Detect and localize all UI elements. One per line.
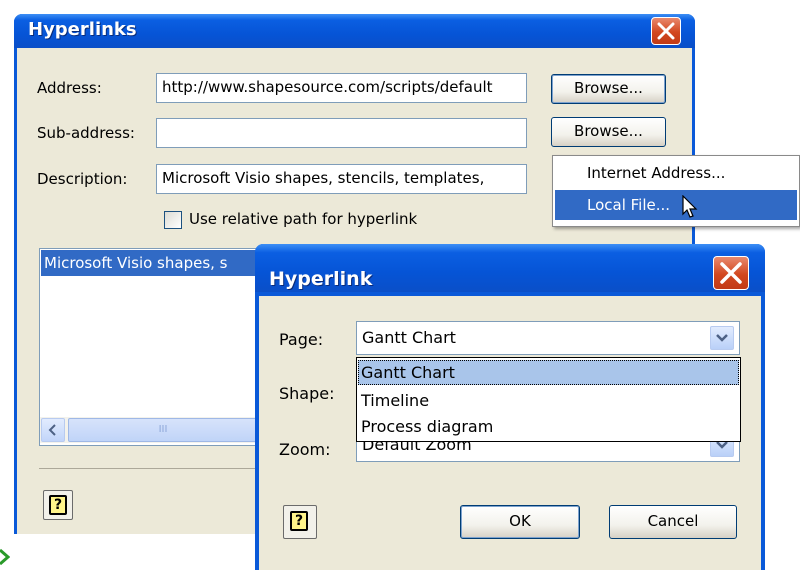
help-icon: ?	[290, 511, 308, 531]
ok-label: OK	[509, 512, 531, 530]
page-option-timeline[interactable]: Timeline	[358, 388, 739, 413]
page-dropdown-list: Gantt Chart Timeline Process diagram	[356, 357, 741, 442]
browse-subaddress-button[interactable]: Browse...	[551, 117, 666, 147]
page-label: Page:	[279, 330, 324, 349]
decorative-mark	[0, 548, 10, 566]
hyperlinks-list-item[interactable]: Microsoft Visio shapes, s	[41, 250, 288, 276]
scroll-left-icon	[48, 424, 56, 436]
browse-menu: Internet Address... Local File...	[552, 155, 800, 227]
hyperlinks-titlebar[interactable]: Hyperlinks	[14, 14, 695, 48]
cancel-label: Cancel	[647, 512, 699, 530]
hyperlinks-close-button[interactable]	[651, 17, 681, 45]
page-combo[interactable]: Gantt Chart	[356, 321, 740, 355]
browse-address-label: Browse...	[574, 79, 643, 97]
horizontal-scrollbar[interactable]: III	[40, 417, 288, 443]
scroll-thumb[interactable]: III	[68, 418, 258, 442]
separator-line	[39, 468, 289, 469]
hyperlinks-list[interactable]: Microsoft Visio shapes, s III	[39, 248, 289, 446]
cancel-button[interactable]: Cancel	[609, 505, 737, 539]
relative-path-label[interactable]: Use relative path for hyperlink	[189, 210, 417, 228]
address-field[interactable]: http://www.shapesource.com/scripts/defau…	[156, 73, 527, 103]
address-label: Address:	[37, 79, 102, 97]
ok-button[interactable]: OK	[460, 505, 580, 539]
menu-item-internet-address[interactable]: Internet Address...	[555, 158, 797, 188]
page-combo-arrow[interactable]	[710, 326, 734, 350]
hyperlink-titlebar[interactable]: Hyperlink	[255, 244, 765, 292]
subaddress-label: Sub-address:	[37, 124, 135, 142]
zoom-label: Zoom:	[279, 440, 331, 459]
help-icon: ?	[49, 495, 67, 515]
page-option-process-diagram[interactable]: Process diagram	[358, 414, 739, 439]
page-option-gantt-chart[interactable]: Gantt Chart	[358, 360, 739, 385]
scroll-thumb-grip: III	[158, 424, 168, 435]
relative-path-checkbox[interactable]	[164, 211, 182, 229]
hyperlink-title: Hyperlink	[269, 268, 373, 290]
chevron-down-icon	[716, 334, 728, 342]
help-button[interactable]: ?	[43, 490, 73, 520]
hyperlinks-title: Hyperlinks	[28, 19, 137, 40]
menu-item-local-file[interactable]: Local File...	[555, 190, 797, 220]
shape-label: Shape:	[279, 384, 335, 403]
subaddress-field[interactable]	[156, 118, 527, 148]
browse-address-button[interactable]: Browse...	[551, 74, 666, 104]
description-field[interactable]: Microsoft Visio shapes, stencils, templa…	[156, 164, 527, 194]
scroll-left-button[interactable]	[41, 418, 65, 442]
description-label: Description:	[37, 170, 128, 188]
close-icon	[720, 262, 742, 284]
browse-subaddress-label: Browse...	[574, 122, 643, 140]
hyperlink-close-button[interactable]	[713, 256, 749, 290]
close-icon	[657, 22, 675, 40]
mouse-cursor-icon	[682, 195, 698, 218]
hyperlink-help-button[interactable]: ?	[283, 505, 317, 539]
